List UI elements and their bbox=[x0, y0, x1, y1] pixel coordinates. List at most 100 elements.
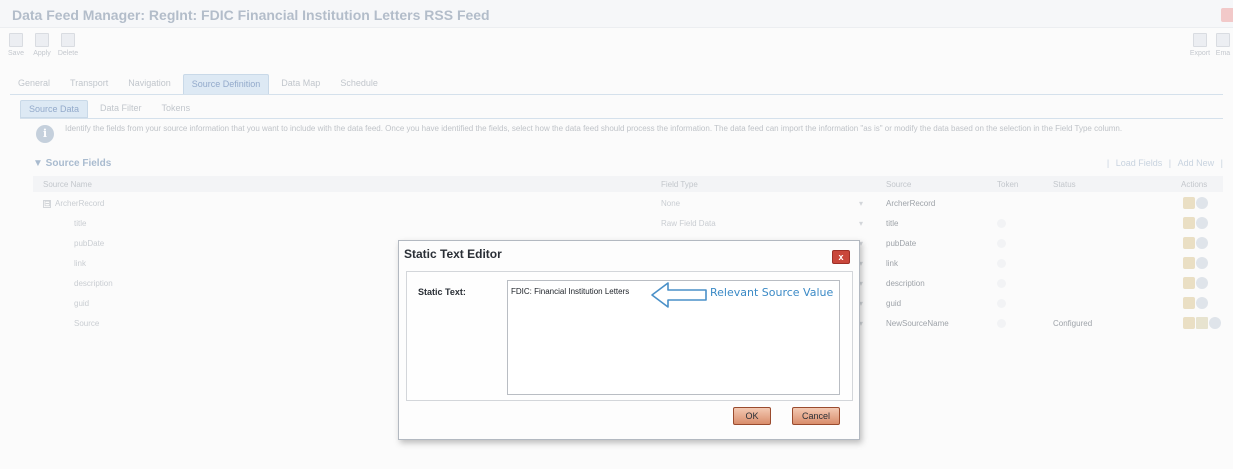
edit-icon[interactable] bbox=[1183, 257, 1195, 269]
delete-label: Delete bbox=[57, 50, 79, 57]
delete-icon[interactable] bbox=[1196, 197, 1208, 209]
section-links: | Load Fields | Add New | bbox=[1103, 158, 1223, 168]
row-source-name: Source bbox=[74, 319, 100, 328]
load-fields-link[interactable]: Load Fields bbox=[1116, 158, 1163, 168]
delete-icon[interactable] bbox=[1196, 237, 1208, 249]
token-dot-icon bbox=[997, 239, 1006, 248]
static-text-label: Static Text: bbox=[418, 287, 466, 297]
dialog-title: Static Text Editor bbox=[404, 247, 502, 261]
delete-icon[interactable] bbox=[1196, 217, 1208, 229]
toolbar: Save Apply Delete Export Ema bbox=[0, 28, 1233, 68]
window-close-icon[interactable] bbox=[1221, 8, 1233, 22]
row-field-type[interactable]: Raw Field Data bbox=[661, 219, 716, 228]
edit-icon[interactable] bbox=[1183, 237, 1195, 249]
delete-button[interactable]: Delete bbox=[56, 33, 80, 57]
edit-icon[interactable] bbox=[1183, 197, 1195, 209]
row-status: Configured bbox=[1053, 319, 1093, 328]
row-source-name: link bbox=[74, 259, 87, 268]
window-title: Data Feed Manager: RegInt: FDIC Financia… bbox=[12, 7, 490, 23]
link-separator: | bbox=[1220, 158, 1223, 168]
col-actions: Actions bbox=[1181, 180, 1208, 189]
tab-general[interactable]: General bbox=[10, 74, 58, 94]
main-tabs: General Transport Navigation Source Defi… bbox=[10, 72, 390, 94]
row-source-name: pubDate bbox=[74, 239, 105, 248]
row-source: title bbox=[886, 219, 899, 228]
token-indicator bbox=[997, 219, 1006, 230]
delete-icon bbox=[61, 33, 75, 47]
delete-icon[interactable] bbox=[1209, 317, 1221, 329]
static-text-value: FDIC: Financial Institution Letters bbox=[511, 287, 630, 296]
col-token[interactable]: Token bbox=[997, 180, 1018, 189]
col-status[interactable]: Status bbox=[1053, 180, 1076, 189]
collapse-icon[interactable]: ⊟ bbox=[43, 200, 51, 208]
row-source: NewSourceName bbox=[886, 319, 949, 328]
table-row[interactable]: ⊟ ArcherRecord None ▾ ArcherRecord bbox=[33, 194, 1223, 214]
save-button[interactable]: Save bbox=[4, 33, 28, 57]
tab-source-definition[interactable]: Source Definition bbox=[182, 74, 270, 94]
col-field-type[interactable]: Field Type bbox=[661, 180, 698, 189]
email-icon bbox=[1216, 33, 1230, 47]
subtab-data-filter[interactable]: Data Filter bbox=[92, 100, 150, 118]
tab-divider bbox=[10, 94, 1223, 95]
configure-icon[interactable] bbox=[1196, 317, 1208, 329]
chevron-down-icon[interactable]: ▾ bbox=[859, 199, 863, 208]
tab-schedule[interactable]: Schedule bbox=[332, 74, 386, 94]
edit-icon[interactable] bbox=[1183, 317, 1195, 329]
email-label: Ema bbox=[1215, 50, 1231, 57]
row-actions bbox=[1183, 297, 1208, 309]
info-icon: i bbox=[36, 125, 54, 143]
data-feed-manager-window: Data Feed Manager: RegInt: FDIC Financia… bbox=[0, 0, 1233, 469]
sub-tabs: Source Data Data Filter Tokens bbox=[20, 100, 202, 118]
tab-data-map[interactable]: Data Map bbox=[273, 74, 328, 94]
row-field-type[interactable]: None bbox=[661, 199, 680, 208]
subtab-tokens[interactable]: Tokens bbox=[154, 100, 199, 118]
row-actions bbox=[1183, 197, 1208, 209]
token-indicator bbox=[997, 259, 1006, 270]
col-source-name[interactable]: Source Name bbox=[43, 180, 92, 189]
tab-navigation[interactable]: Navigation bbox=[120, 74, 179, 94]
row-source-name: ⊟ ArcherRecord bbox=[43, 199, 104, 208]
edit-icon[interactable] bbox=[1183, 217, 1195, 229]
chevron-down-icon[interactable]: ▾ bbox=[859, 219, 863, 228]
subtab-divider bbox=[20, 118, 1223, 119]
cancel-button[interactable]: Cancel bbox=[792, 407, 840, 425]
dialog-close-button[interactable]: x bbox=[832, 250, 850, 264]
token-indicator bbox=[997, 299, 1006, 310]
delete-icon[interactable] bbox=[1196, 297, 1208, 309]
apply-button[interactable]: Apply bbox=[30, 33, 54, 57]
token-indicator bbox=[997, 239, 1006, 250]
token-dot-icon bbox=[997, 279, 1006, 288]
edit-icon[interactable] bbox=[1183, 277, 1195, 289]
row-source-name: guid bbox=[74, 299, 90, 308]
title-bar: Data Feed Manager: RegInt: FDIC Financia… bbox=[0, 0, 1233, 28]
delete-icon[interactable] bbox=[1196, 277, 1208, 289]
delete-icon[interactable] bbox=[1196, 257, 1208, 269]
static-text-editor-dialog: Static Text Editor x Static Text: FDIC: … bbox=[398, 240, 860, 440]
export-icon bbox=[1193, 33, 1207, 47]
edit-icon[interactable] bbox=[1183, 297, 1195, 309]
row-actions bbox=[1183, 317, 1221, 329]
table-row[interactable]: title Raw Field Data ▾ title bbox=[33, 214, 1223, 234]
token-dot-icon bbox=[997, 319, 1006, 328]
add-new-link[interactable]: Add New bbox=[1178, 158, 1215, 168]
tab-transport[interactable]: Transport bbox=[62, 74, 116, 94]
row-source-name: description bbox=[74, 279, 113, 288]
col-source[interactable]: Source bbox=[886, 180, 911, 189]
subtab-source-data[interactable]: Source Data bbox=[20, 100, 89, 118]
row-actions bbox=[1183, 277, 1208, 289]
export-button[interactable]: Export bbox=[1188, 33, 1212, 57]
source-fields-title[interactable]: ▼ Source Fields bbox=[33, 158, 111, 169]
email-button[interactable]: Ema bbox=[1213, 33, 1233, 57]
token-indicator bbox=[997, 279, 1006, 290]
annotation-label: Relevant Source Value bbox=[710, 286, 834, 299]
row-source-name: title bbox=[74, 219, 87, 228]
source-fields-header: ▼ Source Fields | Load Fields | Add New … bbox=[33, 158, 1223, 170]
grid-header: Source Name Field Type Source Token Stat… bbox=[33, 176, 1223, 192]
ok-button[interactable]: OK bbox=[733, 407, 771, 425]
row-source: description bbox=[886, 279, 925, 288]
row-actions bbox=[1183, 217, 1208, 229]
save-label: Save bbox=[8, 50, 24, 57]
export-label: Export bbox=[1189, 50, 1211, 57]
link-separator: | bbox=[1106, 158, 1110, 168]
apply-icon bbox=[35, 33, 49, 47]
